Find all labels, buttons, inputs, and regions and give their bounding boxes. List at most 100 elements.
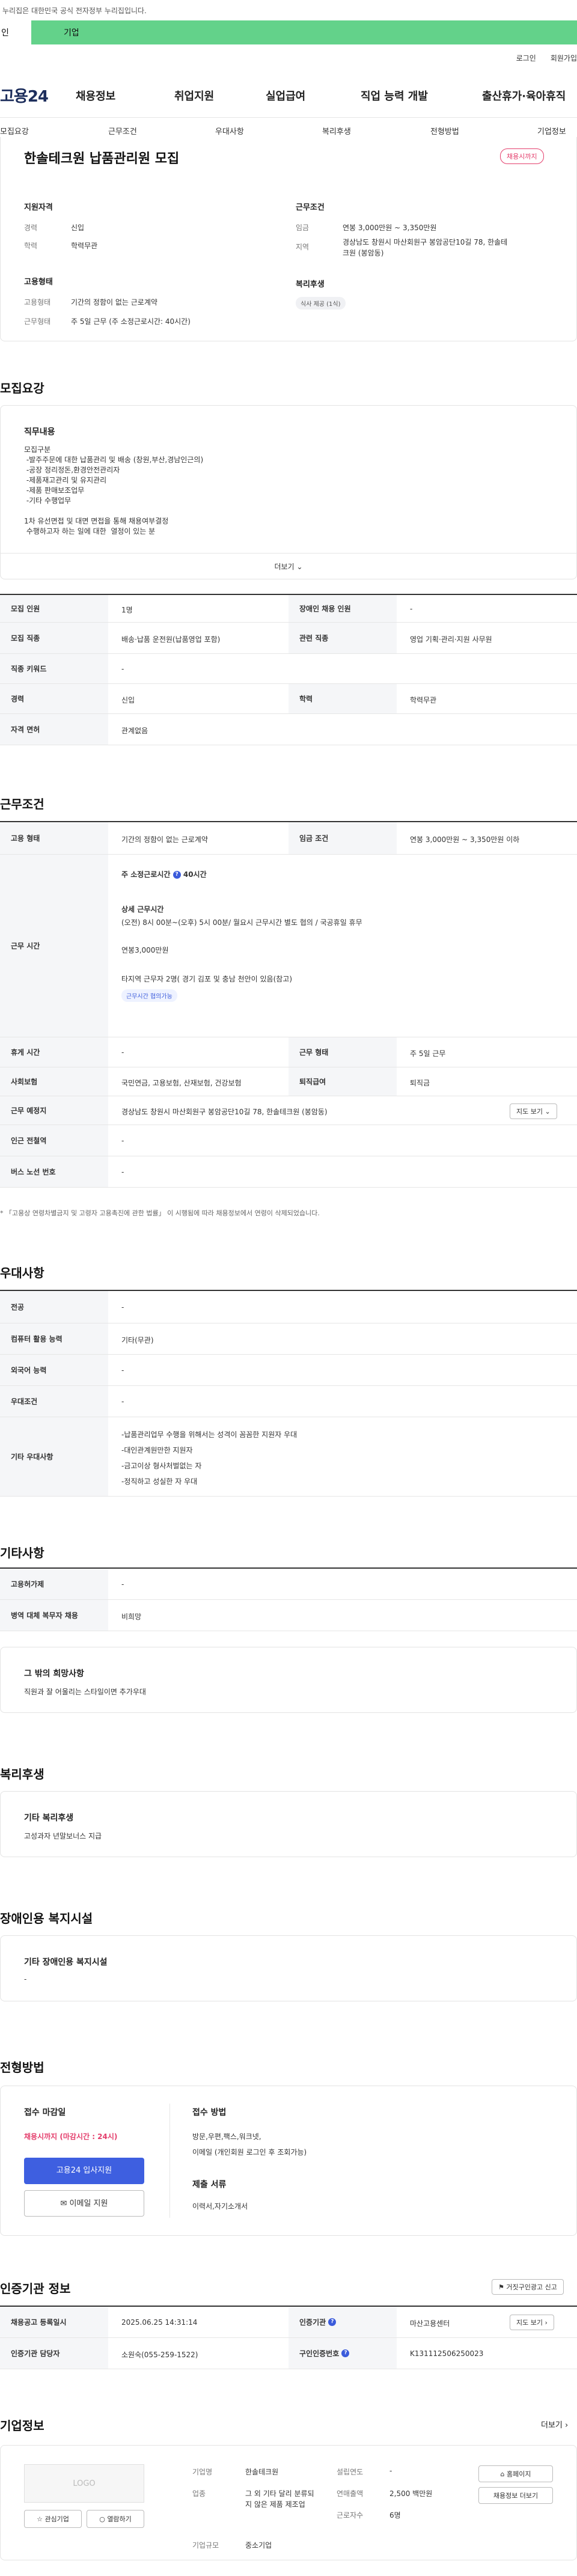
report-ad-button[interactable]: ⚑ 거짓구인광고 신고 bbox=[492, 2279, 564, 2295]
homepage-button[interactable]: ⌂ 홈페이지 bbox=[478, 2465, 553, 2482]
table-row: 자격 면허 관계없음 bbox=[0, 714, 577, 745]
map-button[interactable]: 지도 보기 ⌄ bbox=[510, 1103, 557, 1119]
table-cell: -납품관리업무 수행을 위해서는 성격이 꼼꼼한 지원자 우대 -대인관계원만한… bbox=[121, 1430, 298, 1486]
table-cell: 주 5일 근무 bbox=[410, 1049, 446, 1058]
table-cell: - bbox=[121, 1366, 124, 1375]
wage-value: 연봉 3,000만원 ~ 3,350만원 bbox=[343, 224, 437, 232]
emptype-value: 기간의 정함이 없는 근로계약 bbox=[71, 298, 157, 307]
table-row: 기타 우대사항 -납품관리업무 수행을 위해서는 성격이 꼼꼼한 지원자 우대 … bbox=[0, 1417, 577, 1497]
section-title-recruit: 모집요강 bbox=[0, 381, 44, 395]
info-icon[interactable]: ? bbox=[341, 2349, 350, 2357]
table-header-cell: 장애인 채용 인원 bbox=[288, 595, 397, 622]
table-cell: K131112506250023 bbox=[410, 2349, 484, 2358]
table-row: 직종 키워드 - bbox=[0, 654, 577, 684]
table-row: 근무 시간 주 소정근로시간 ? 40시간 상세 근무시간 (오전) 8시 00… bbox=[0, 855, 577, 1037]
table-row: 고용 형태 기간의 정함이 없는 근로계약 임금 조건 연봉 3,000만원 ~… bbox=[0, 822, 577, 855]
table-cell: - bbox=[121, 1168, 124, 1176]
gnb-item-support[interactable]: 취업지원 bbox=[174, 88, 214, 103]
tab-company[interactable]: 기업 bbox=[31, 26, 79, 38]
company-employees-label: 근로자수 bbox=[337, 2511, 364, 2520]
region-value-line1: 경상남도 창원시 마산회원구 봉암공단10길 78, 한솔테 bbox=[343, 238, 508, 246]
age-note: * 「고용상 연령차별금지 및 고령자 고용촉진에 관한 법률」 이 시행됨에 … bbox=[0, 1209, 320, 1217]
company-jobs-button[interactable]: 채용정보 더보기 bbox=[478, 2487, 553, 2504]
table-cell: 기타(무관) bbox=[121, 1336, 154, 1344]
table-header-cell: 고용 형태 bbox=[0, 822, 108, 854]
table-row: 병역 대체 복무자 채용 비희망 bbox=[0, 1600, 577, 1631]
table-cell: - bbox=[121, 1303, 124, 1311]
table-row: 전공 - bbox=[0, 1291, 577, 1323]
time-detail-text: (오전) 8시 00분~(오후) 5시 00분/ 월요시 근무시간 별도 협의 … bbox=[121, 918, 362, 927]
docs-heading: 제출 서류 bbox=[192, 2180, 227, 2190]
wage-label: 임금 bbox=[296, 224, 310, 232]
company-industry-label: 업종 bbox=[192, 2489, 206, 2498]
lnb-work[interactable]: 근무조건 bbox=[108, 125, 137, 136]
docs-value: 이력서,자기소개서 bbox=[192, 2202, 248, 2211]
table-header-cell: 임금 조건 bbox=[288, 822, 397, 854]
section-title-process: 전형방법 bbox=[0, 2060, 44, 2075]
section-title-work: 근무조건 bbox=[0, 797, 44, 811]
table-cell: 소원숙(055-259-1522) bbox=[121, 2351, 198, 2359]
company-more-link[interactable]: 더보기 › bbox=[541, 2419, 568, 2430]
table-cell: - bbox=[121, 1048, 124, 1057]
favorite-company-button[interactable]: ☆ 관심기업 bbox=[24, 2510, 82, 2528]
table-header-cell: 근무 예정지 bbox=[0, 1096, 108, 1125]
gnb-item-training[interactable]: 직업 능력 개발 bbox=[361, 88, 428, 103]
table-header-cell: 인증기관 ? bbox=[288, 2307, 397, 2337]
email-apply-button[interactable]: ✉ 이메일 지원 bbox=[24, 2190, 144, 2217]
follow-company-button[interactable]: ○ 열람하기 bbox=[87, 2510, 144, 2528]
user-type-tabs: 인 기업 bbox=[0, 20, 577, 44]
other-table: 고용허가제 - 병역 대체 복무자 채용 비희망 bbox=[0, 1567, 577, 1631]
table-header-cell: 채용공고 등록일시 bbox=[0, 2307, 108, 2337]
info-icon[interactable]: ? bbox=[172, 871, 181, 879]
lnb-company[interactable]: 기업정보 bbox=[537, 125, 566, 136]
lnb-welfare[interactable]: 복리후생 bbox=[322, 125, 351, 136]
join-link[interactable]: 회원가입 bbox=[551, 53, 577, 63]
emp-heading: 고용형태 bbox=[24, 278, 53, 287]
company-sales-label: 연매출액 bbox=[337, 2489, 364, 2498]
hope-box bbox=[0, 1647, 577, 1713]
table-header-cell: 사회보험 bbox=[0, 1067, 108, 1096]
table-row: 고용허가제 - bbox=[0, 1569, 577, 1600]
table-row: 우대조건 - bbox=[0, 1386, 577, 1417]
table-cell: - bbox=[121, 665, 124, 673]
table-row: 인증기관 담당자 소원숙(055-259-1522) 구인인증번호 ? K131… bbox=[0, 2338, 577, 2369]
company-size-value: 중소기업 bbox=[245, 2541, 272, 2550]
welfare-heading: 복리후생 bbox=[296, 280, 325, 289]
org-map-button[interactable]: 지도 보기 › bbox=[510, 2315, 554, 2330]
edu-label: 학력 bbox=[24, 242, 38, 250]
table-row: 모집 직종 배송·납품 운전원(납품영업 포함) 관련 직종 영업 기획·관리·… bbox=[0, 623, 577, 654]
info-icon[interactable]: ? bbox=[328, 2318, 337, 2326]
duty-more-button[interactable]: 더보기 ⌄ bbox=[0, 561, 577, 572]
gnb-item-jobs[interactable]: 채용정보 bbox=[76, 88, 115, 103]
table-header-cell: 직종 키워드 bbox=[0, 654, 108, 683]
section-title-other: 기타사항 bbox=[0, 1546, 44, 1560]
gnb-item-benefit[interactable]: 실업급여 bbox=[266, 88, 305, 103]
process-divider bbox=[169, 2104, 170, 2218]
gnb-item-leave[interactable]: 출산휴가·육아휴직 bbox=[482, 88, 566, 103]
time-detail-heading: 상세 근무시간 bbox=[121, 905, 164, 914]
work-table: 고용 형태 기간의 정함이 없는 근로계약 임금 조건 연봉 3,000만원 ~… bbox=[0, 821, 577, 1207]
career-label: 경력 bbox=[24, 224, 38, 232]
apply-button[interactable]: 고용24 입사지원 bbox=[24, 2158, 144, 2184]
status-badge: 채용시까지 bbox=[500, 148, 544, 164]
table-cell: - bbox=[121, 1580, 124, 1589]
time-negotiable-tag: 근무시간 협의가능 bbox=[121, 989, 177, 1002]
company-sales-value: 2,500 백만원 bbox=[389, 2489, 433, 2498]
table-header-cell: 외국어 능력 bbox=[0, 1355, 108, 1385]
login-link[interactable]: 로그인 bbox=[516, 53, 536, 63]
table-header-cell: 기타 우대사항 bbox=[0, 1417, 108, 1496]
table-header-cell: 근무 시간 bbox=[0, 855, 108, 1037]
table-header-cell: 전공 bbox=[0, 1291, 108, 1323]
company-industry-value: 그 외 기타 달리 분류되지 않은 제품 제조업 bbox=[245, 2489, 314, 2509]
chevron-right-icon: › bbox=[545, 2319, 548, 2327]
table-cell: 2025.06.25 14:31:14 bbox=[121, 2318, 198, 2327]
tab-individual[interactable]: 인 bbox=[0, 20, 31, 44]
lnb-pref[interactable]: 우대사항 bbox=[215, 125, 244, 136]
section-title-disabled: 장애인용 복지시설 bbox=[0, 1911, 93, 1926]
company-employees-value: 6명 bbox=[389, 2511, 401, 2520]
lnb-process[interactable]: 전형방법 bbox=[430, 125, 459, 136]
table-header-cell: 모집 인원 bbox=[0, 595, 108, 622]
weekly-hours: 주 소정근로시간 ? 40시간 bbox=[121, 870, 207, 879]
section-title-welfare: 복리후생 bbox=[0, 1767, 44, 1781]
lnb-recruit[interactable]: 모집요강 bbox=[0, 125, 29, 136]
